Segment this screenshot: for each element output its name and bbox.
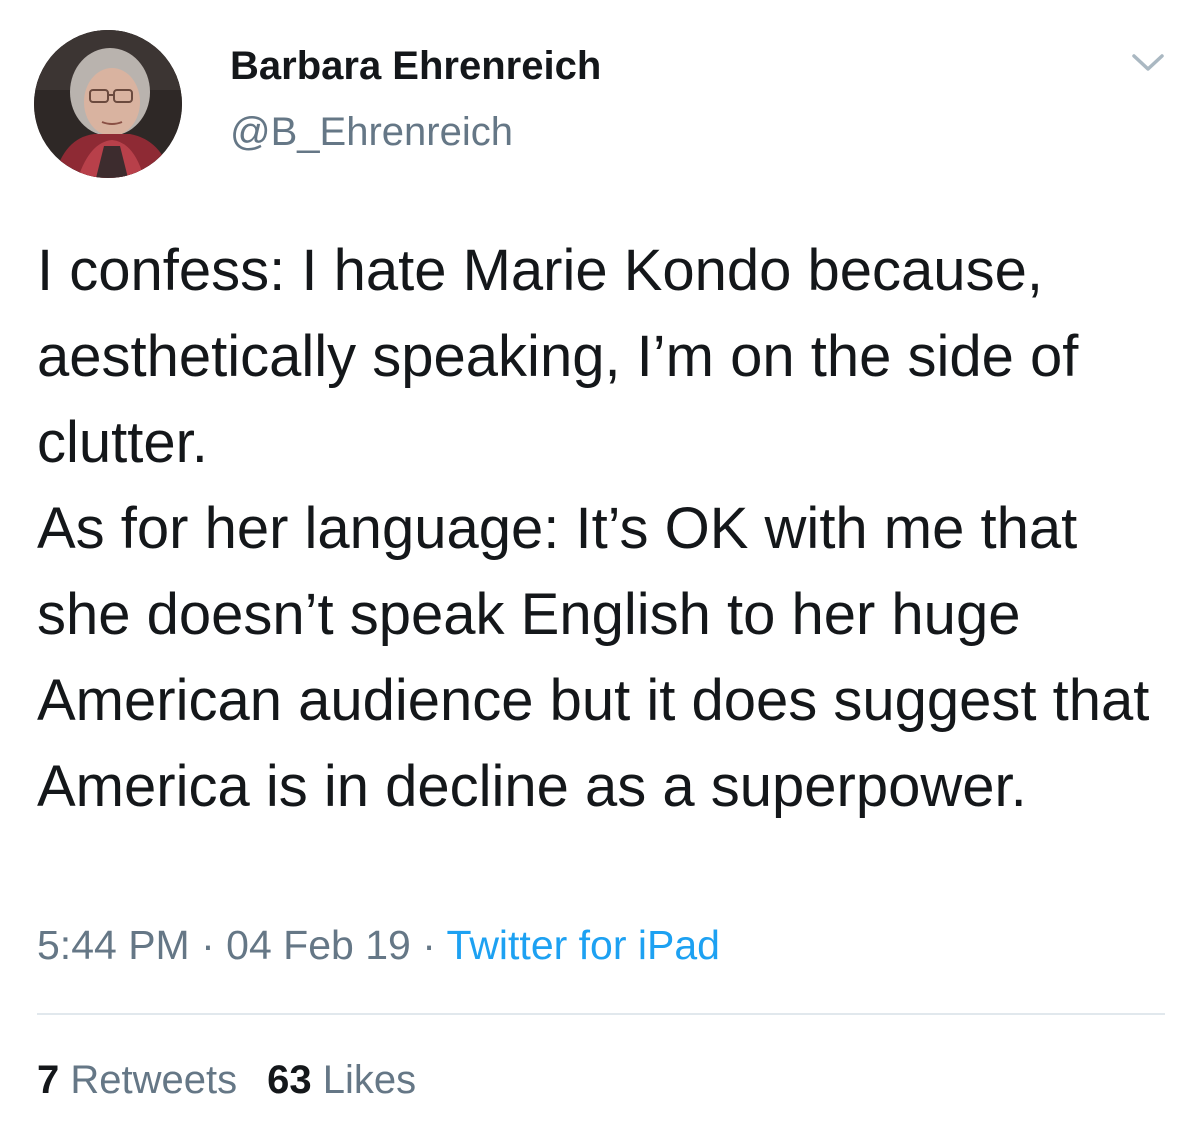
likes-label: Likes xyxy=(322,1058,417,1102)
tweet-paragraph: As for her language: It’s OK with me tha… xyxy=(37,496,1150,819)
tweet-date[interactable]: 04 Feb 19 xyxy=(226,922,411,968)
tweet-card: Barbara Ehrenreich @B_Ehrenreich I confe… xyxy=(0,0,1200,1129)
likes-stat[interactable]: 63 Likes xyxy=(267,1058,416,1102)
tweet-time[interactable]: 5:44 PM xyxy=(37,922,190,968)
author-handle[interactable]: @B_Ehrenreich xyxy=(230,110,513,155)
meta-separator: · xyxy=(201,922,215,968)
author-name[interactable]: Barbara Ehrenreich xyxy=(230,44,601,89)
chevron-down-icon[interactable] xyxy=(1128,48,1168,78)
avatar[interactable] xyxy=(34,30,182,178)
likes-count: 63 xyxy=(267,1058,312,1102)
meta-separator: · xyxy=(422,922,436,968)
retweets-count: 7 xyxy=(37,1058,60,1102)
divider xyxy=(37,1013,1165,1015)
retweets-stat[interactable]: 7 Retweets xyxy=(37,1058,237,1102)
avatar-image xyxy=(34,30,182,178)
retweets-label: Retweets xyxy=(70,1058,238,1102)
tweet-paragraph: I confess: I hate Marie Kondo because, a… xyxy=(37,238,1079,475)
tweet-source-link[interactable]: Twitter for iPad xyxy=(447,922,720,968)
tweet-stats: 7 Retweets 63 Likes xyxy=(37,1058,416,1103)
tweet-text: I confess: I hate Marie Kondo because, a… xyxy=(37,228,1167,830)
tweet-meta: 5:44 PM · 04 Feb 19 · Twitter for iPad xyxy=(37,922,720,969)
